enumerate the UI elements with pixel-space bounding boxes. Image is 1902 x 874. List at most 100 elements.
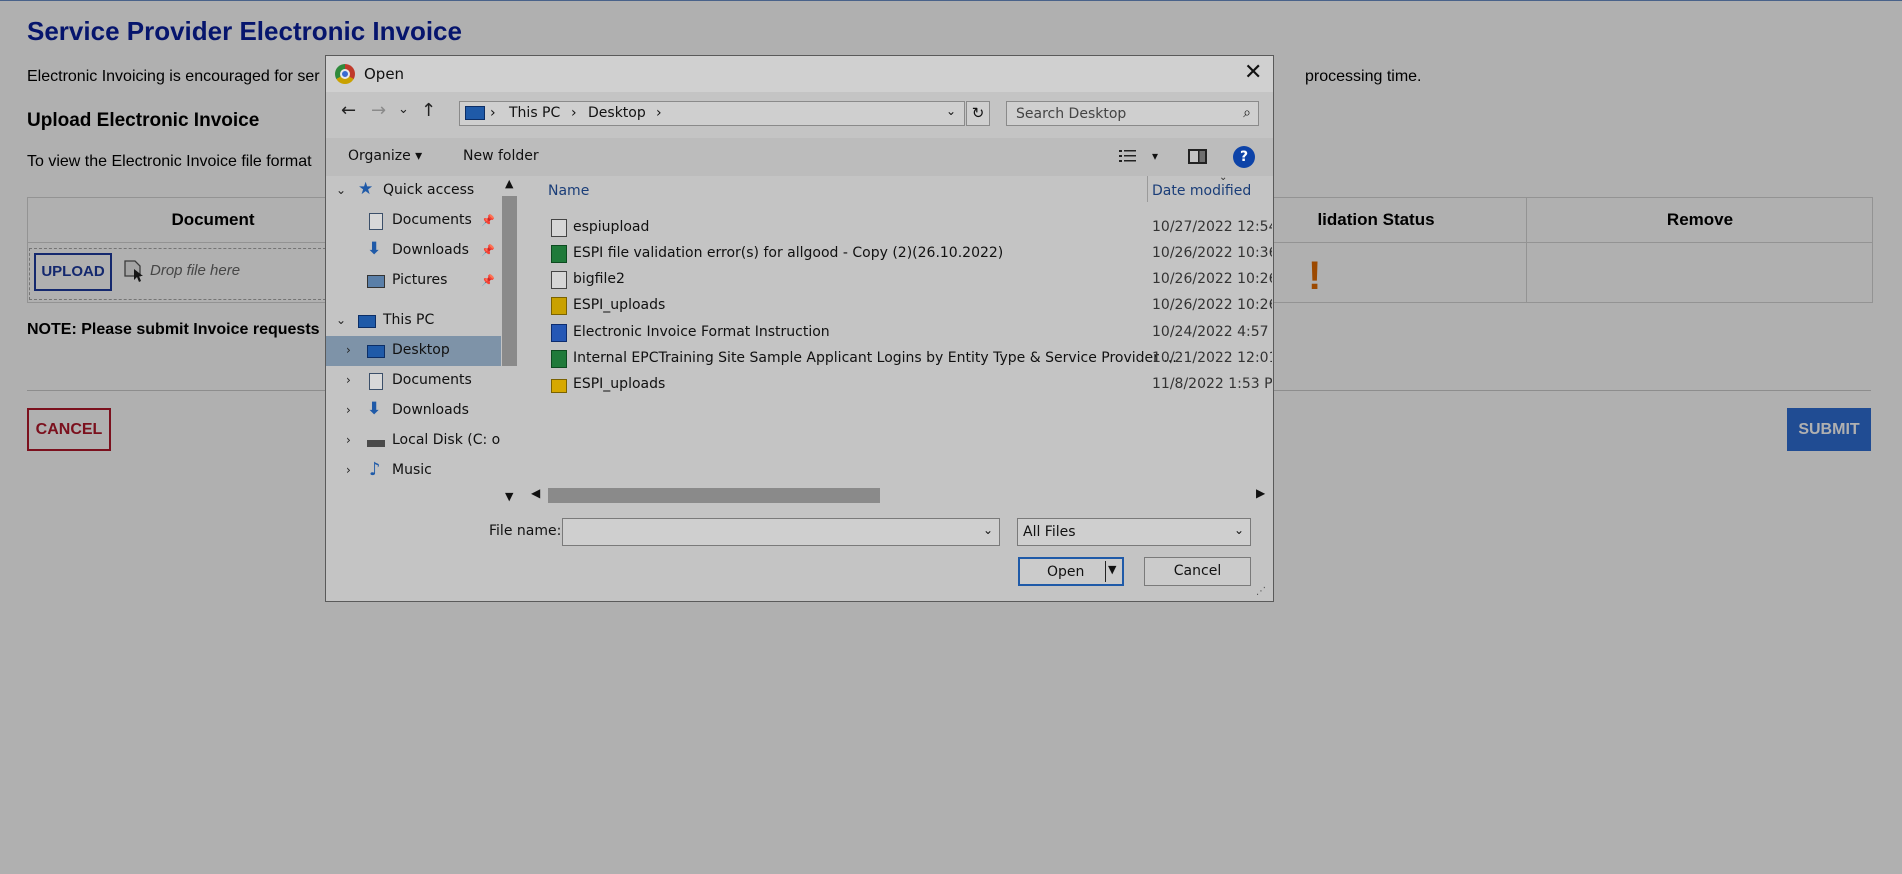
preview-pane-icon[interactable] <box>1188 149 1207 164</box>
nav-label: Quick access <box>383 182 475 198</box>
navigation-pane: ⌄ ★ Quick access Documents 📌 ⬇ Downloads… <box>326 176 506 506</box>
chevron-down-icon[interactable]: ⌄ <box>983 523 993 537</box>
nav-label: Desktop <box>392 342 450 358</box>
chevron-down-icon[interactable]: ⌄ <box>1234 523 1244 537</box>
star-icon: ★ <box>358 179 374 199</box>
open-button-label: Open <box>1047 564 1085 580</box>
back-arrow-icon[interactable]: ← <box>341 100 356 121</box>
open-options-icon[interactable]: ▼ <box>1108 563 1116 576</box>
nav-label: Downloads <box>392 402 469 418</box>
nav-item-documents[interactable]: Documents 📌 <box>326 206 501 236</box>
downloads-icon: ⬇ <box>367 399 382 419</box>
chevron-right-icon[interactable]: › <box>346 403 351 417</box>
folder-icon <box>551 379 567 393</box>
chevron-right-icon[interactable]: › <box>346 433 351 447</box>
refresh-icon[interactable]: ↻ <box>966 101 990 126</box>
file-name: ESPI_uploads <box>573 376 666 392</box>
computer-icon <box>358 315 376 328</box>
excel-file-icon <box>551 245 567 263</box>
file-name-label: File name: <box>489 523 562 539</box>
file-date: 10/26/2022 10:36 <box>1152 245 1272 261</box>
nav-item-local-disk[interactable]: › Local Disk (C: or <box>326 426 506 456</box>
chevron-right-icon[interactable]: › <box>346 463 351 477</box>
address-separator: › <box>656 105 662 121</box>
view-menu-arrow[interactable]: ▾ <box>1152 149 1158 163</box>
address-segment-desktop[interactable]: Desktop <box>588 105 646 121</box>
view-options-icon[interactable] <box>1118 148 1138 164</box>
file-row[interactable]: ESPI_uploads 10/26/2022 10:26 <box>521 293 1273 319</box>
file-name-input[interactable]: ⌄ <box>562 518 1000 546</box>
scroll-left-icon[interactable]: ◀ <box>531 486 540 500</box>
address-segment-this-pc[interactable]: This PC <box>509 105 560 121</box>
scroll-down-icon[interactable]: ▼ <box>505 490 513 503</box>
chevron-down-icon[interactable]: ⌄ <box>946 104 956 118</box>
file-name: bigfile2 <box>573 271 625 287</box>
column-header-date-modified[interactable]: Date modified <box>1152 183 1251 199</box>
chevron-down-icon[interactable]: ⌄ <box>336 183 346 197</box>
file-type-select[interactable]: All Files ⌄ <box>1017 518 1251 546</box>
file-name: ESPI_uploads <box>573 297 666 313</box>
file-list-scrollbar-thumb[interactable] <box>548 488 880 503</box>
nav-item-desktop[interactable]: › Desktop <box>326 336 501 366</box>
organize-menu[interactable]: Organize ▾ <box>348 148 422 164</box>
disk-icon <box>367 440 385 447</box>
file-date: 10/27/2022 12:54 <box>1152 219 1272 235</box>
documents-icon <box>369 373 383 390</box>
nav-item-music[interactable]: › ♪ Music <box>326 456 501 486</box>
zip-file-icon <box>551 297 567 315</box>
documents-icon <box>369 213 383 230</box>
chevron-down-icon[interactable]: ⌄ <box>336 313 346 327</box>
nav-label: Local Disk (C: or <box>392 432 506 448</box>
file-row[interactable]: bigfile2 10/26/2022 10:26 <box>521 267 1273 293</box>
new-folder-button[interactable]: New folder <box>463 148 539 164</box>
nav-label: Music <box>392 462 432 478</box>
pin-icon[interactable]: 📌 <box>481 214 495 227</box>
address-separator: › <box>490 105 496 121</box>
nav-item-quick-access[interactable]: ⌄ ★ Quick access <box>326 176 501 206</box>
file-row[interactable]: ESPI file validation error(s) for allgoo… <box>521 241 1273 267</box>
dialog-cancel-button[interactable]: Cancel <box>1144 557 1251 586</box>
close-icon[interactable]: ✕ <box>1244 60 1262 85</box>
pin-icon[interactable]: 📌 <box>481 244 495 257</box>
pin-icon[interactable]: 📌 <box>481 274 495 287</box>
nav-label: Pictures <box>392 272 448 288</box>
word-file-icon <box>551 324 567 342</box>
nav-item-documents[interactable]: › Documents <box>326 366 501 396</box>
resize-grip-icon[interactable]: ⋰ <box>1256 586 1266 597</box>
nav-item-downloads[interactable]: ⬇ Downloads 📌 <box>326 236 501 266</box>
nav-label: Downloads <box>392 242 469 258</box>
recent-locations-icon[interactable]: ⌄ <box>398 102 409 117</box>
file-row[interactable]: ESPI_uploads 11/8/2022 1:53 PM <box>521 372 1273 398</box>
search-input[interactable]: Search Desktop ⌕ <box>1006 101 1259 126</box>
column-header-name[interactable]: Name <box>548 183 589 199</box>
file-name: Electronic Invoice Format Instruction <box>573 324 830 340</box>
file-date: 11/8/2022 1:53 PM <box>1152 376 1272 392</box>
chrome-icon <box>335 64 355 84</box>
dialog-titlebar: Open ✕ <box>326 56 1273 92</box>
file-name: ESPI file validation error(s) for allgoo… <box>573 245 1004 261</box>
help-icon[interactable]: ? <box>1233 146 1255 168</box>
file-name: espiupload <box>573 219 650 235</box>
file-row[interactable]: Internal EPCTraining Site Sample Applica… <box>521 346 1273 372</box>
open-file-dialog: Open ✕ ← → ⌄ ↑ › This PC › Desktop › ⌄ ↻… <box>325 55 1274 602</box>
open-button[interactable]: Open ▼ <box>1018 557 1124 586</box>
scroll-up-icon[interactable]: ▲ <box>505 177 513 190</box>
forward-arrow-icon[interactable]: → <box>371 100 386 121</box>
file-row[interactable]: Electronic Invoice Format Instruction 10… <box>521 320 1273 346</box>
nav-item-this-pc[interactable]: ⌄ This PC <box>326 306 501 336</box>
up-arrow-icon[interactable]: ↑ <box>421 100 436 121</box>
split-divider <box>1105 561 1106 582</box>
nav-scrollbar-thumb[interactable] <box>502 196 517 366</box>
column-divider[interactable] <box>1147 176 1148 202</box>
file-row[interactable]: espiupload 10/27/2022 12:54 <box>521 215 1273 241</box>
chevron-right-icon[interactable]: › <box>346 343 351 357</box>
address-bar[interactable]: › This PC › Desktop › ⌄ <box>459 101 965 126</box>
scroll-right-icon[interactable]: ▶ <box>1256 486 1265 500</box>
file-date: 10/26/2022 10:26 <box>1152 271 1272 287</box>
nav-item-pictures[interactable]: Pictures 📌 <box>326 266 501 296</box>
file-date: 10/26/2022 10:26 <box>1152 297 1272 313</box>
chevron-right-icon[interactable]: › <box>346 373 351 387</box>
file-name: Internal EPCTraining Site Sample Applica… <box>573 350 1177 366</box>
nav-item-downloads[interactable]: › ⬇ Downloads <box>326 396 501 426</box>
search-placeholder: Search Desktop <box>1016 106 1127 122</box>
